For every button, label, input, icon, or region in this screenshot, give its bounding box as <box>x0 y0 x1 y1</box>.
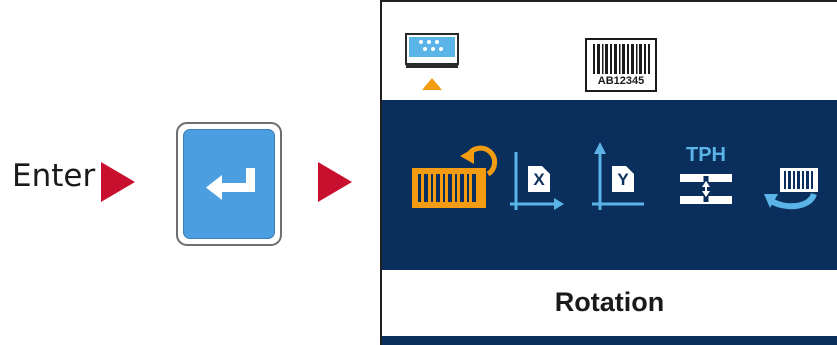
settings-menu-band: X Y TPH <box>382 100 837 270</box>
bottom-strip <box>382 336 837 345</box>
selected-tab-indicator-icon <box>422 78 442 90</box>
enter-key-button[interactable] <box>176 122 282 246</box>
printer-lcd-screen: AB12345 X Y TPH Rotation <box>380 0 837 345</box>
printer-panel-icon <box>405 33 459 68</box>
menu-item-tph-adjust[interactable]: TPH <box>676 144 736 216</box>
enter-key-face <box>183 129 275 239</box>
selected-setting-label-area: Rotation <box>382 270 837 336</box>
menu-item-reprint[interactable] <box>762 164 820 214</box>
enter-instruction-label: Enter <box>12 158 96 194</box>
x-axis-letter: X <box>533 170 545 189</box>
right-arrow-icon <box>318 162 352 202</box>
selected-setting-label: Rotation <box>554 287 665 317</box>
tab-barcode-label[interactable]: AB12345 <box>585 38 657 92</box>
menu-item-rotation[interactable] <box>410 140 502 212</box>
tph-adjust-icon <box>680 174 732 204</box>
tph-caption: TPH <box>686 144 726 166</box>
menu-item-y-offset[interactable]: Y <box>590 140 648 214</box>
y-axis-letter: Y <box>617 170 629 189</box>
reprint-icon <box>764 168 818 210</box>
tab-printer-panel[interactable] <box>404 32 460 96</box>
rotation-icon <box>412 145 498 208</box>
barcode-caption: AB12345 <box>597 75 645 87</box>
top-tab-bar: AB12345 <box>382 2 837 100</box>
right-arrow-icon <box>101 162 135 202</box>
enter-return-icon <box>206 168 255 200</box>
menu-item-x-offset[interactable]: X <box>508 150 566 214</box>
